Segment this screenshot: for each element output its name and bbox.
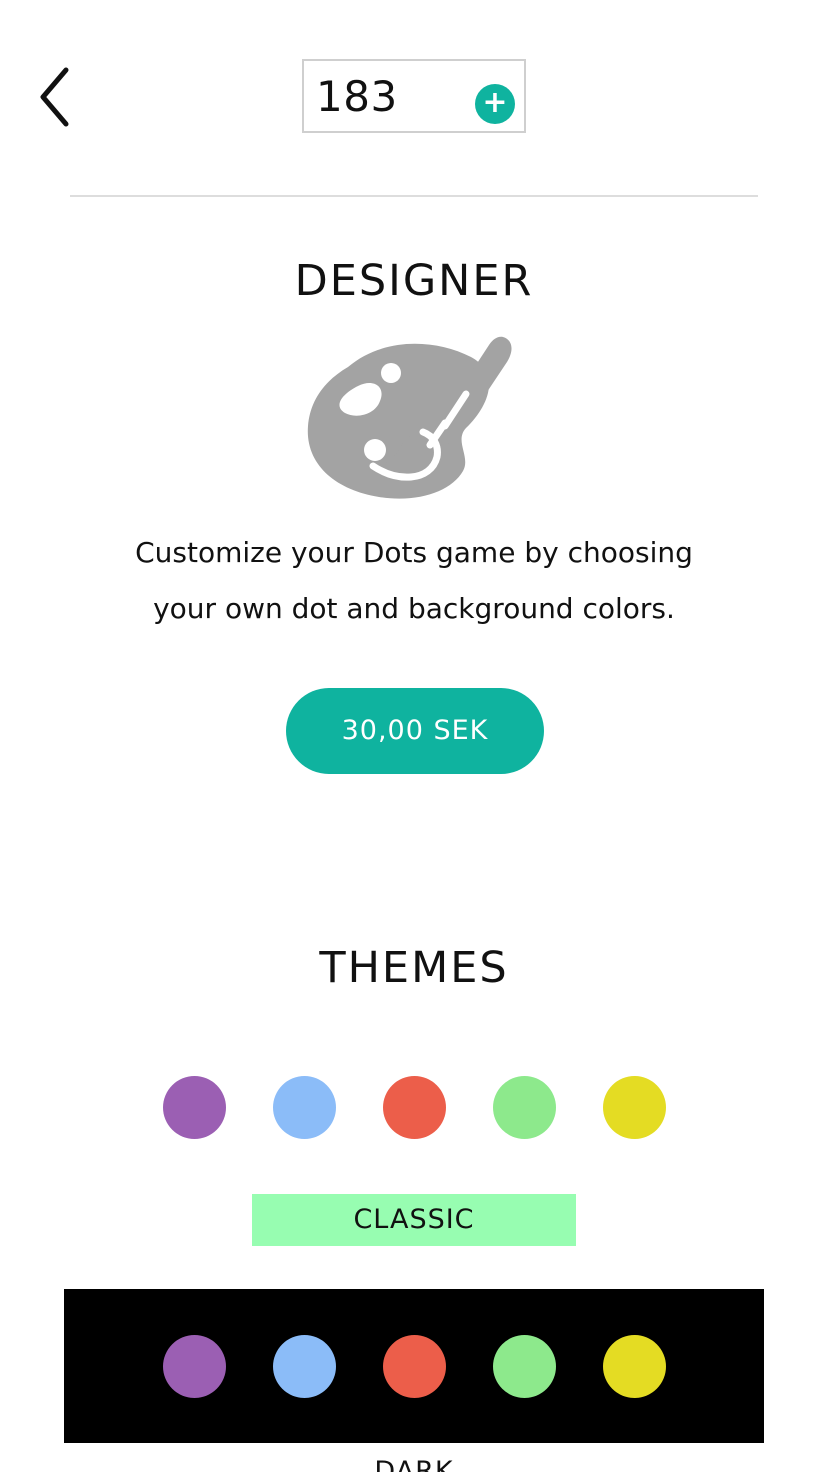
description-line-2: your own dot and background colors. [153, 592, 675, 625]
store-screen: 183 + DESIGNER Customize your Dots game … [0, 0, 828, 1472]
theme-dark-card[interactable] [64, 1289, 764, 1443]
theme-dot-purple [162, 1075, 226, 1139]
theme-dot-blue [272, 1334, 336, 1398]
theme-dot-yellow [602, 1334, 666, 1398]
coin-count: 183 [316, 72, 398, 121]
designer-title: DESIGNER [294, 256, 534, 306]
theme-dot-red [382, 1334, 446, 1398]
theme-dot-yellow [602, 1075, 666, 1139]
theme-classic-card[interactable] [64, 1030, 764, 1184]
back-button[interactable] [28, 62, 80, 132]
palette-brush-icon [307, 336, 512, 499]
designer-description: Customize your Dots game by choosing you… [60, 525, 768, 637]
theme-dot-green [492, 1334, 556, 1398]
theme-label-classic[interactable]: CLASSIC [252, 1194, 576, 1246]
theme-label-dark[interactable]: DARK [252, 1452, 576, 1472]
header-divider [70, 195, 758, 197]
theme-dot-blue [272, 1075, 336, 1139]
add-coins-button[interactable]: + [475, 84, 515, 124]
chevron-left-icon [40, 67, 69, 127]
theme-dot-purple [162, 1334, 226, 1398]
description-line-1: Customize your Dots game by choosing [135, 536, 693, 569]
themes-title: THEMES [319, 943, 509, 993]
theme-dot-red [382, 1075, 446, 1139]
purchase-designer-button[interactable]: 30,00 SEK [286, 688, 544, 774]
theme-dot-green [492, 1075, 556, 1139]
coin-balance: 183 + [302, 59, 526, 133]
